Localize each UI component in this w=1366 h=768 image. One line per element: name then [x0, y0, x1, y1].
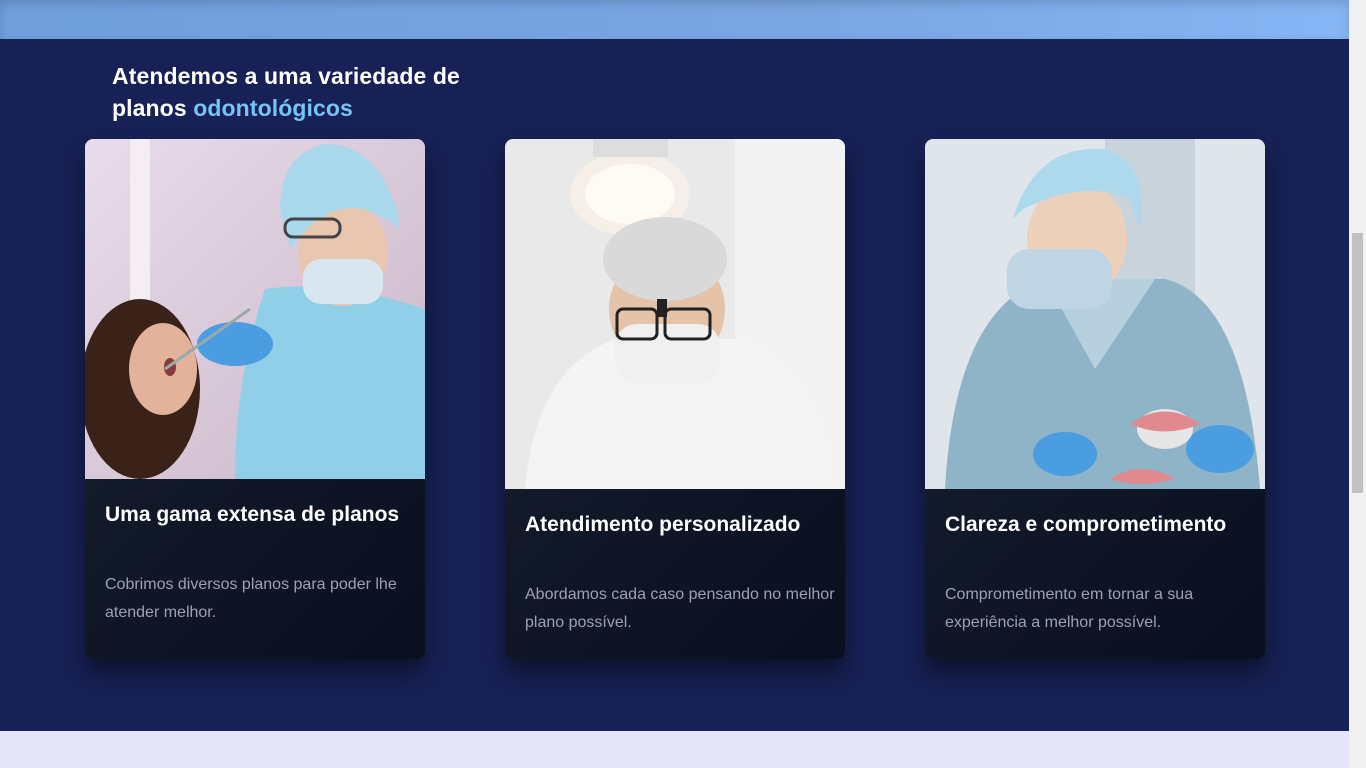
card-wide-range: Uma gama extensa de planos Cobrimos dive…: [85, 139, 425, 659]
card-title: Uma gama extensa de planos: [105, 503, 400, 526]
card-text: Comprometimento em tornar a sua experiên…: [945, 586, 1194, 631]
card-title: Atendimento personalizado: [525, 513, 801, 536]
hero-bottom-band: [0, 0, 1349, 39]
card-clarity: Clareza e comprometimento Comprometiment…: [925, 139, 1265, 659]
card-image-dentist-loupes: [505, 139, 845, 489]
section-heading: Atendemos a uma variedade de planos odon…: [112, 60, 532, 124]
vertical-scrollbar[interactable]: [1349, 0, 1366, 768]
card-image-dentist-model: [925, 139, 1265, 489]
card-personalized: Atendimento personalizado Abordamos cada…: [505, 139, 845, 659]
card-text: Abordamos cada caso pensando no melhor p…: [525, 586, 835, 631]
heading-accent: odontológicos: [193, 95, 353, 121]
card-title: Clareza e comprometimento: [945, 513, 1227, 536]
card-image-dentist-patient: [85, 139, 425, 479]
card-text: Cobrimos diversos planos para poder lhe …: [105, 576, 397, 621]
scrollbar-thumb[interactable]: [1352, 233, 1363, 493]
plans-section: Atendemos a uma variedade de planos odon…: [0, 39, 1349, 731]
